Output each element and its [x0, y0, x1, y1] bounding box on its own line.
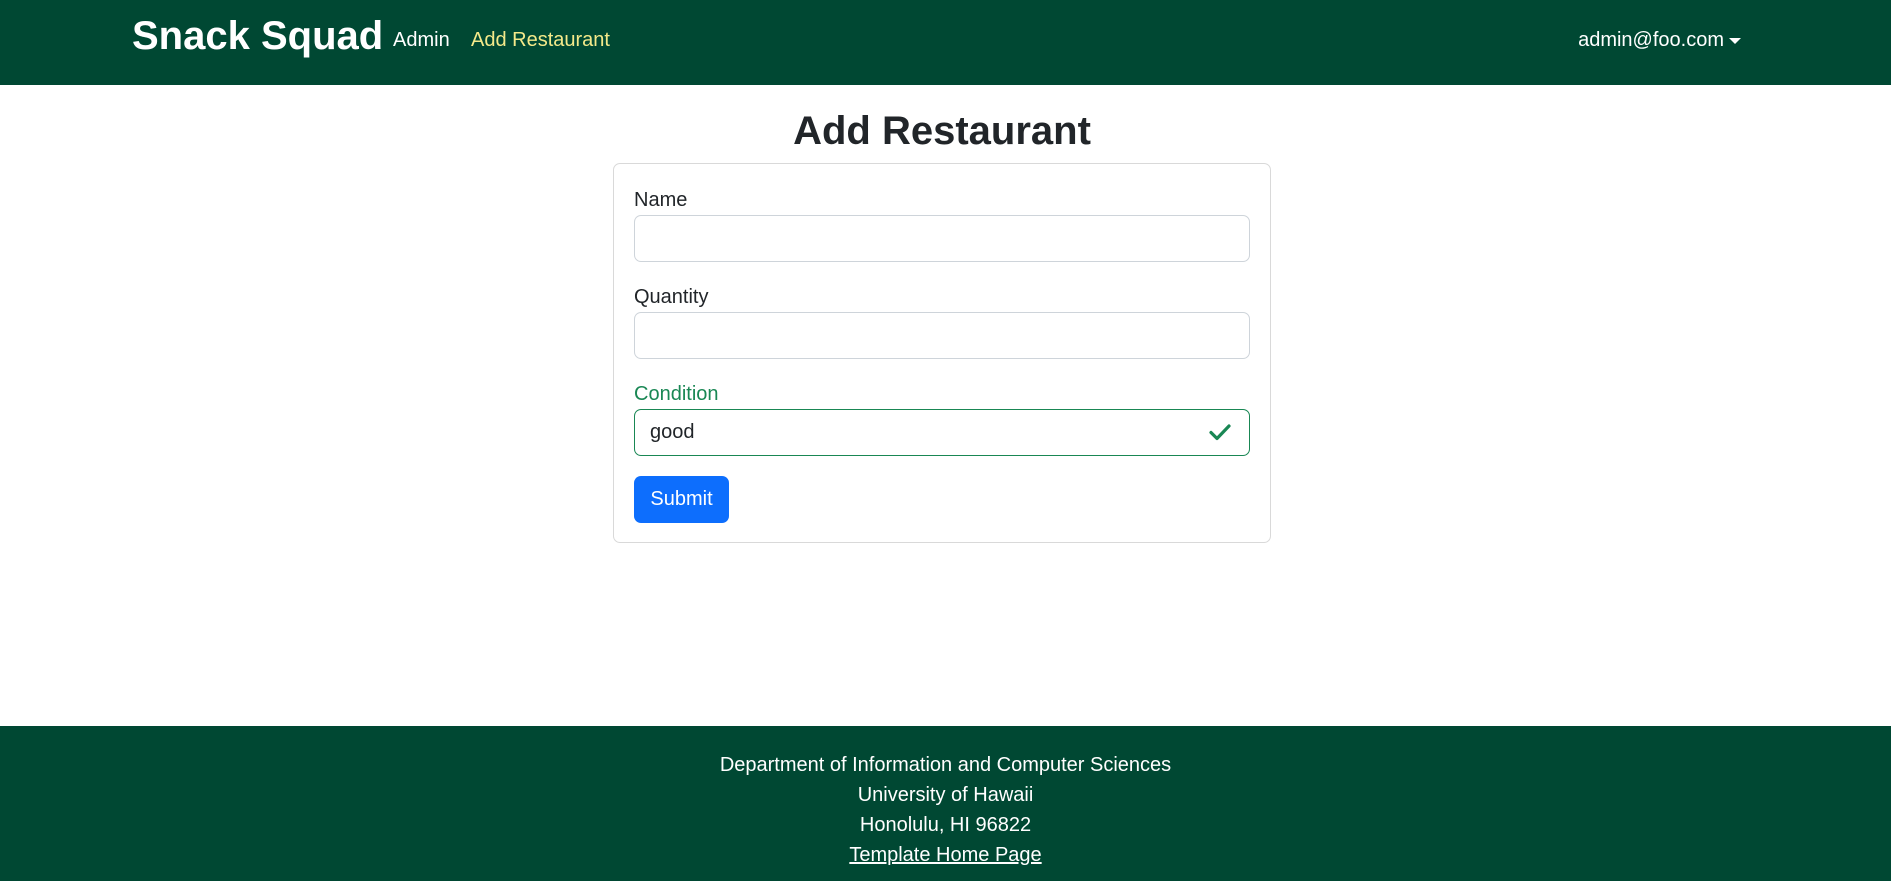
- quantity-label: Quantity: [634, 286, 709, 308]
- navbar: Snack Squad Admin Add Restaurant admin@f…: [0, 0, 1891, 85]
- quantity-input[interactable]: [634, 312, 1250, 359]
- name-label: Name: [634, 189, 688, 211]
- footer-department: Department of Information and Computer S…: [719, 754, 1172, 776]
- brand-link[interactable]: Snack Squad: [132, 12, 383, 60]
- template-home-link[interactable]: Template Home Page: [0, 840, 1891, 870]
- user-menu-dropdown[interactable]: admin@foo.com: [1578, 28, 1741, 52]
- name-input[interactable]: [634, 215, 1250, 262]
- nav-link-admin[interactable]: Admin: [393, 28, 450, 52]
- condition-input[interactable]: [634, 409, 1250, 456]
- user-email: admin@foo.com: [1578, 29, 1724, 51]
- page-title: Add Restaurant: [793, 109, 1091, 153]
- check-icon: [1209, 424, 1231, 441]
- condition-label: Condition: [634, 383, 719, 405]
- nav-link-add-restaurant[interactable]: Add Restaurant: [471, 28, 610, 52]
- submit-button[interactable]: Submit: [634, 476, 729, 523]
- form-card: Name Quantity Condition Submit: [613, 163, 1271, 543]
- caret-down-icon: [1729, 37, 1741, 44]
- footer-address: Honolulu, HI 96822: [859, 814, 1032, 836]
- footer: Department of Information and Computer S…: [0, 726, 1891, 881]
- footer-university: University of Hawaii: [857, 784, 1034, 806]
